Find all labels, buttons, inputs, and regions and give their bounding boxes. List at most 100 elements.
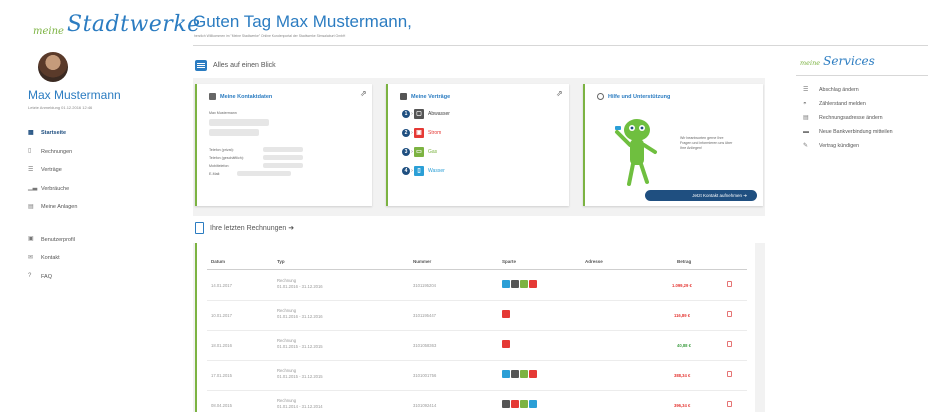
external-link-icon[interactable]: ⇗ — [360, 90, 368, 98]
sidebar-item-label: Kontakt — [41, 255, 60, 262]
list-icon: ☰ — [803, 87, 809, 93]
sparte-icons — [502, 400, 538, 408]
sidebar-item-benutzerprofil[interactable]: ▣ Benutzerprofil — [28, 231, 178, 250]
service-vertrag-kuendigen[interactable]: ✎ Vertrag kündigen — [803, 143, 859, 149]
contract-label: Strom — [428, 130, 442, 136]
sidebar-item-rechnungen[interactable]: ▯ Rechnungen — [28, 143, 178, 162]
contract-label: Abwasser — [428, 111, 450, 117]
sidebar-item-label: FAQ — [41, 273, 53, 280]
logo-small-text: meine — [33, 26, 64, 37]
service-zaehlerstand-melden[interactable]: ◓ Zählerstand melden — [803, 101, 866, 107]
contracts-card-icon — [400, 93, 407, 100]
header-divider — [193, 45, 928, 46]
invoice-amount: 1.099,29 € — [672, 283, 692, 288]
invoice-number: 3101058363 — [413, 343, 437, 348]
column-header-sparte[interactable]: Sparte — [502, 259, 516, 264]
wastewater-icon — [502, 400, 510, 408]
invoices-heading[interactable]: Ihre letzten Rechnungen ➜ — [195, 222, 294, 234]
table-row[interactable]: 14.01.2017 Rechnung 01.01.2016 - 31.12.2… — [197, 271, 757, 300]
gas-icon — [520, 400, 528, 408]
water-icon — [529, 400, 537, 408]
contract-item-gas[interactable]: 3 › ▭ Gas — [402, 147, 437, 157]
sidebar-item-label: Meine Anlagen — [41, 204, 78, 211]
gas-icon: ▭ — [414, 147, 424, 157]
contract-item-abwasser[interactable]: 1 › ▢ Abwasser — [402, 109, 450, 119]
contact-field-value-redacted — [263, 155, 303, 160]
invoice-type: Rechnung — [277, 398, 297, 403]
help-icon: ? — [28, 273, 32, 280]
invoice-period: 01.01.2016 - 31.12.2016 — [277, 314, 323, 319]
brand-logo[interactable]: meine Stadtwerke — [33, 12, 200, 42]
mascot-illustration — [615, 119, 657, 186]
column-header-datum[interactable]: Datum — [211, 259, 225, 264]
invoice-type: Rechnung — [277, 338, 297, 343]
contracts-card-title[interactable]: Meine Verträge — [400, 93, 450, 100]
service-label: Neue Bankverbindung mitteilen — [819, 129, 893, 135]
contract-item-strom[interactable]: 2 › ▣ Strom — [402, 128, 441, 138]
invoice-amount: 116,89 € — [674, 313, 691, 318]
building-icon: ▤ — [28, 203, 34, 210]
contact-card-title[interactable]: Meine Kontaktdaten — [209, 93, 272, 100]
gas-icon — [520, 370, 528, 378]
contact-field-value-redacted — [263, 147, 303, 152]
contracts-card-title-text: Meine Verträge — [411, 93, 451, 100]
overview-heading: Alles auf einen Blick — [195, 60, 276, 71]
invoice-period: 01.01.2015 - 31.12.2015 — [277, 374, 323, 379]
table-row[interactable]: 18.01.2016 Rechnung 01.01.2015 - 31.12.2… — [197, 331, 757, 360]
sidebar-item-faq[interactable]: ? FAQ — [28, 268, 178, 287]
invoice-amount: 40,88 € — [677, 343, 691, 348]
avatar[interactable] — [38, 52, 68, 82]
column-header-betrag[interactable]: Betrag — [677, 259, 691, 264]
gauge-icon: ◓ — [803, 101, 807, 107]
service-label: Rechnungsadresse ändern — [819, 115, 883, 121]
grid-icon: ▦ — [28, 129, 34, 136]
help-card-title[interactable]: Hilfe und Unterstützung — [597, 93, 670, 100]
external-link-icon[interactable]: ⇗ — [556, 90, 564, 98]
electricity-icon — [502, 310, 510, 318]
invoice-number: 3101195204 — [413, 283, 436, 288]
sidebar-item-anlagen[interactable]: ▤ Meine Anlagen — [28, 198, 178, 217]
sidebar-item-startseite[interactable]: ▦ Startseite — [28, 124, 178, 143]
sidebar-item-vertraege[interactable]: ☰ Verträge — [28, 161, 178, 180]
contact-card-title-text: Meine Kontaktdaten — [220, 93, 273, 100]
service-label: Abschlag ändern — [819, 87, 859, 93]
services-title: meine Services — [800, 54, 875, 68]
wastewater-icon — [511, 280, 519, 288]
sidebar-item-label: Verträge — [41, 167, 62, 174]
electricity-icon — [511, 400, 519, 408]
logo-big-text: Stadtwerke — [67, 12, 201, 37]
invoice-number: 3101001756 — [413, 373, 437, 378]
pdf-download-icon[interactable] — [727, 281, 732, 287]
service-abschlag-aendern[interactable]: ☰ Abschlag ändern — [803, 87, 859, 93]
sidebar-item-verbraeuche[interactable]: ▁▃ Verbräuche — [28, 180, 178, 199]
sidebar-item-kontakt[interactable]: ✉ Kontakt — [28, 249, 178, 268]
services-title-text: Services — [823, 54, 875, 68]
pdf-download-icon[interactable] — [727, 341, 732, 347]
service-rechnungsadresse-aendern[interactable]: ▤ Rechnungsadresse ändern — [803, 115, 883, 121]
contract-number-badge: 4 — [402, 167, 410, 175]
document-icon: ▤ — [803, 115, 809, 121]
pdf-download-icon[interactable] — [727, 311, 732, 317]
services-divider — [796, 75, 928, 76]
pdf-download-icon[interactable] — [727, 401, 732, 407]
pdf-download-icon[interactable] — [727, 371, 732, 377]
column-header-nummer[interactable]: Nummer — [413, 259, 431, 264]
contract-label: Gas — [428, 149, 438, 155]
table-row[interactable]: 17.01.2015 Rechnung 01.01.2015 - 31.12.2… — [197, 361, 757, 390]
column-header-adresse[interactable]: Adresse — [585, 259, 603, 264]
invoice-date: 17.01.2015 — [211, 373, 232, 378]
contracts-card: Meine Verträge ⇗ 1 › ▢ Abwasser 2 › ▣ St… — [386, 84, 569, 206]
user-name[interactable]: Max Mustermann — [28, 88, 121, 102]
contact-now-button[interactable]: Jetzt Kontakt aufnehmen ➜ — [645, 190, 757, 201]
wastewater-icon — [511, 370, 519, 378]
services-title-small: meine — [800, 59, 821, 67]
help-card-title-text: Hilfe und Unterstützung — [608, 93, 671, 100]
service-label: Vertrag kündigen — [819, 143, 860, 149]
table-row[interactable]: 10.01.2017 Rechnung 01.01.2016 - 31.12.2… — [197, 301, 757, 330]
table-row[interactable]: 08.04.2015 Rechnung 01.01.2014 - 31.12.2… — [197, 391, 757, 412]
service-bankverbindung[interactable]: ▬ Neue Bankverbindung mitteilen — [803, 129, 893, 135]
contract-item-wasser[interactable]: 4 › ▯ Wasser — [402, 166, 445, 176]
gas-icon — [520, 280, 528, 288]
contact-field-label: Telefon (privat): — [209, 148, 234, 152]
column-header-typ[interactable]: Typ — [277, 259, 285, 264]
